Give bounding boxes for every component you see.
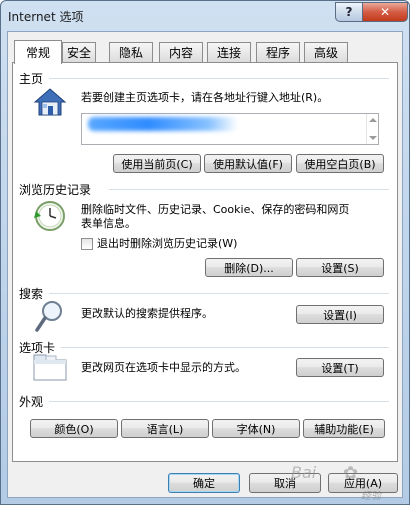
home-group-title: 主页 [19, 72, 44, 86]
internet-options-window: Internet 选项 ? ✕ 常规 安全 隐私 内容 连接 程序 高级 主页 [0, 0, 410, 505]
help-button[interactable]: ? [335, 2, 363, 22]
tab-general[interactable]: 常规 [14, 40, 62, 64]
search-description: 更改默认的搜索提供程序。 [81, 307, 213, 320]
tabs-description: 更改网页在选项卡中显示的方式。 [81, 361, 246, 374]
home-description: 若要创建主页选项卡，请在各地址行键入地址(R)。 [81, 91, 329, 104]
dialog-client: 常规 安全 隐私 内容 连接 程序 高级 主页 若要创建主页选项卡，请在各地址行… [7, 31, 403, 498]
scroll-down-arrow-icon[interactable] [369, 136, 377, 140]
tabs-group-divider [61, 347, 389, 348]
history-group-title: 浏览历史记录 [19, 183, 92, 197]
general-tab-panel: 主页 若要创建主页选项卡，请在各地址行键入地址(R)。 使用当前页(C) 使用默… [12, 62, 398, 462]
search-magnifier-icon [35, 301, 62, 332]
history-description-line2: 表单信息。 [81, 217, 136, 230]
home-page-address-blurred [88, 117, 238, 131]
delete-history-on-exit-checkbox[interactable] [81, 238, 93, 250]
use-current-button[interactable]: 使用当前页(C) [113, 154, 201, 173]
search-settings-button[interactable]: 设置(I) [296, 305, 384, 324]
history-description-line1: 删除临时文件、历史记录、Cookie、保存的密码和网页 [81, 203, 350, 216]
help-icon: ? [345, 5, 353, 19]
appearance-group-title: 外观 [19, 395, 44, 409]
home-group-divider [49, 78, 389, 79]
history-group-divider [109, 189, 389, 190]
delete-history-button[interactable]: 删除(D)... [205, 258, 293, 277]
baidu-paw-icon: ✿ [343, 463, 359, 484]
fonts-button[interactable]: 字体(N) [212, 419, 300, 438]
history-clock-icon [34, 201, 65, 231]
use-blank-button[interactable]: 使用空白页(B) [296, 154, 384, 173]
tab-content[interactable]: 内容 [159, 42, 203, 62]
appearance-group-divider [49, 401, 389, 402]
window-title: Internet 选项 [8, 10, 84, 24]
history-settings-button[interactable]: 设置(S) [296, 258, 384, 277]
tabs-settings-button[interactable]: 设置(T) [296, 358, 384, 377]
colors-button[interactable]: 颜色(O) [30, 419, 118, 438]
tab-advanced[interactable]: 高级 [304, 42, 348, 62]
address-field-scrollbar[interactable] [366, 114, 378, 144]
close-button[interactable]: ✕ [362, 2, 408, 22]
tab-connections[interactable]: 连接 [207, 42, 251, 62]
delete-history-on-exit-label[interactable]: 退出时删除浏览历史记录(W) [97, 237, 237, 251]
ok-button[interactable]: 确定 [168, 473, 240, 493]
home-page-address-field[interactable] [81, 113, 379, 145]
tab-privacy[interactable]: 隐私 [109, 42, 153, 62]
tabbed-browsing-icon [33, 354, 67, 381]
watermark-text: Bai [291, 463, 317, 482]
languages-button[interactable]: 语言(L) [121, 419, 209, 438]
home-icon [33, 88, 67, 116]
baidu-watermark: Bai ✿ 经验 [291, 463, 410, 503]
close-icon: ✕ [379, 5, 391, 19]
use-default-button[interactable]: 使用默认值(F) [204, 154, 292, 173]
tab-programs[interactable]: 程序 [256, 42, 300, 62]
scroll-up-arrow-icon[interactable] [369, 118, 377, 122]
tab-security[interactable]: 安全 [62, 42, 96, 62]
search-group-divider [49, 293, 389, 294]
watermark-text2: 经验 [361, 491, 381, 502]
title-bar: Internet 选项 ? ✕ [1, 1, 409, 31]
accessibility-button[interactable]: 辅助功能(E) [303, 419, 385, 438]
